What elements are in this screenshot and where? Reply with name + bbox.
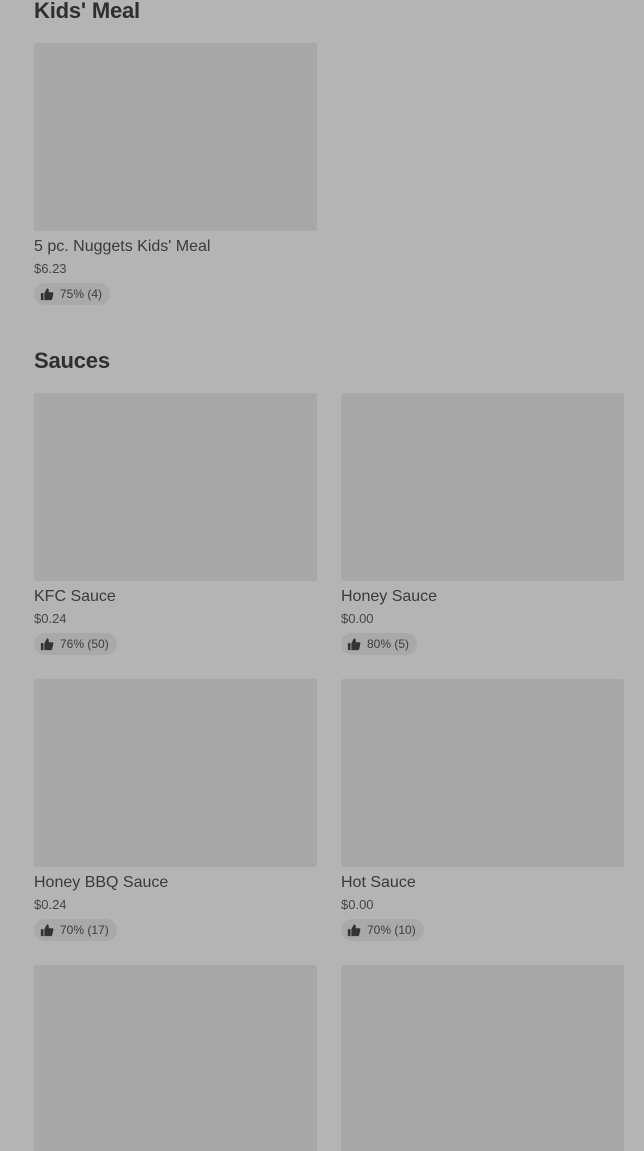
item-image[interactable] xyxy=(34,965,317,1151)
rating-badge: 70% (10) xyxy=(341,919,424,941)
menu-item-card[interactable]: 5 pc. Nuggets Kids' Meal $6.23 75% (4) xyxy=(34,43,317,306)
item-image[interactable] xyxy=(34,679,317,867)
rating-badge: 75% (4) xyxy=(34,283,111,305)
rating-badge: 76% (50) xyxy=(34,633,117,655)
item-price: $0.24 xyxy=(34,897,67,912)
item-image[interactable] xyxy=(341,679,624,867)
menu-item-card[interactable]: Honey BBQ Sauce $0.24 70% (17) xyxy=(34,679,317,942)
rating-text: 70% (10) xyxy=(367,923,416,937)
item-image[interactable] xyxy=(34,43,317,231)
thumbs-up-icon xyxy=(40,923,54,937)
rating-badge: 80% (5) xyxy=(341,633,418,655)
rating-text: 75% (4) xyxy=(60,287,103,301)
item-price: $6.23 xyxy=(34,261,67,276)
item-name[interactable]: Hot Sauce xyxy=(341,873,624,893)
item-name[interactable]: Honey BBQ Sauce xyxy=(34,873,317,893)
item-image[interactable] xyxy=(34,393,317,581)
menu-item-card[interactable] xyxy=(34,965,317,1151)
menu-item-card[interactable] xyxy=(341,965,624,1151)
rating-text: 80% (5) xyxy=(367,637,410,651)
thumbs-up-icon xyxy=(347,923,361,937)
thumbs-up-icon xyxy=(347,637,361,651)
section-title-sauces: Sauces xyxy=(34,348,110,373)
item-image[interactable] xyxy=(341,393,624,581)
item-image[interactable] xyxy=(341,965,624,1151)
rating-text: 70% (17) xyxy=(60,923,109,937)
thumbs-up-icon xyxy=(40,637,54,651)
section-title-kids-meal: Kids' Meal xyxy=(34,0,140,23)
item-name[interactable]: KFC Sauce xyxy=(34,587,317,607)
thumbs-up-icon xyxy=(40,287,54,301)
item-name[interactable]: Honey Sauce xyxy=(341,587,624,607)
item-price: $0.00 xyxy=(341,611,374,626)
menu-item-card[interactable]: Hot Sauce $0.00 70% (10) xyxy=(341,679,624,942)
item-price: $0.00 xyxy=(341,897,374,912)
menu-item-card[interactable]: Honey Sauce $0.00 80% (5) xyxy=(341,393,624,656)
rating-badge: 70% (17) xyxy=(34,919,117,941)
menu-page: Kids' Meal 5 pc. Nuggets Kids' Meal $6.2… xyxy=(0,0,644,1151)
item-name[interactable]: 5 pc. Nuggets Kids' Meal xyxy=(34,237,317,257)
item-price: $0.24 xyxy=(34,611,67,626)
rating-text: 76% (50) xyxy=(60,637,109,651)
menu-item-card[interactable]: KFC Sauce $0.24 76% (50) xyxy=(34,393,317,656)
